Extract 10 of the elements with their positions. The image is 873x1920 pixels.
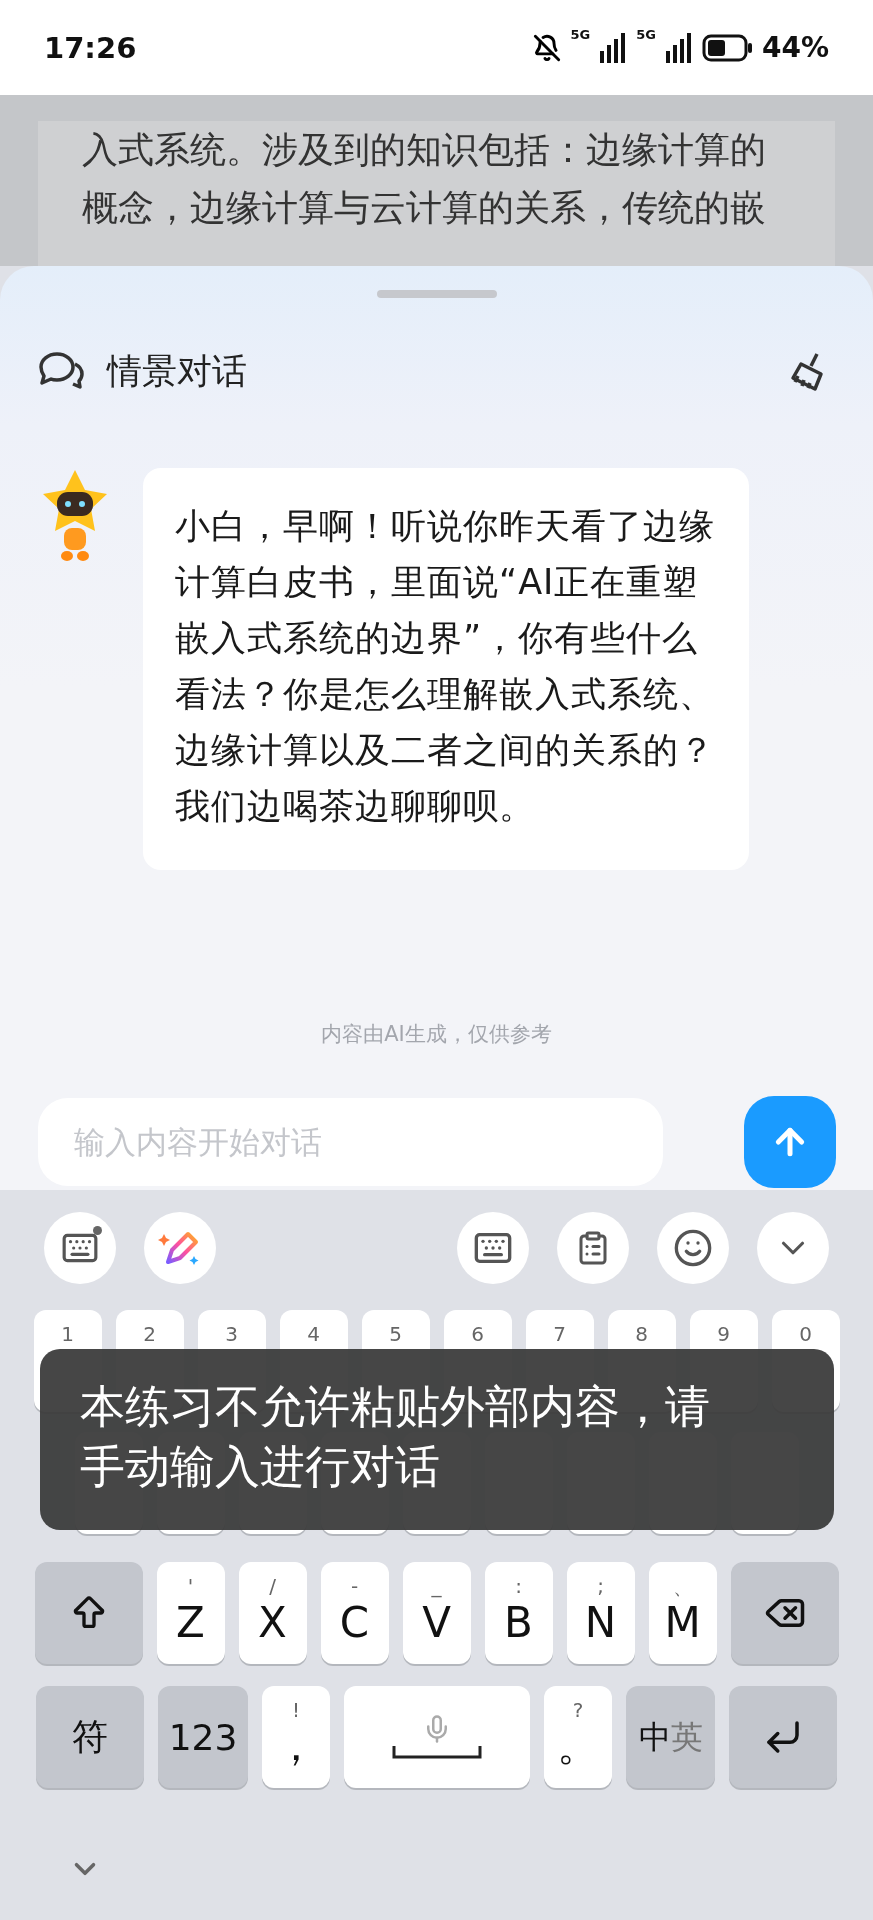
message-bubble: 小白，早啊！听说你昨天看了边缘计算白皮书，里面说“AI正在重塑嵌入式系统的边界”，你有些什么看法？你是怎么理解嵌入式系统、边缘计算以及二者之间的关系的？我们边喝茶边聊聊呗。 <box>143 468 749 870</box>
battery-level: 44% <box>761 31 829 64</box>
network-label: 5G <box>636 27 656 42</box>
background-text-line: 概念，边缘计算与云计算的关系，传统的嵌 <box>82 186 767 230</box>
disclaimer-text: 内容由AI生成，仅供参考 <box>321 1021 552 1048</box>
sheet-title: 情景对话 <box>107 349 248 393</box>
background-text-line: 入式系统。涉及到的知识包括：边缘计算的 <box>82 128 767 172</box>
status-time: 17:26 <box>44 30 137 65</box>
paste-warning-toast: 本练习不允许粘贴外部内容，请手动输入进行对话 <box>40 1349 834 1530</box>
network-label: 5G <box>570 27 591 42</box>
